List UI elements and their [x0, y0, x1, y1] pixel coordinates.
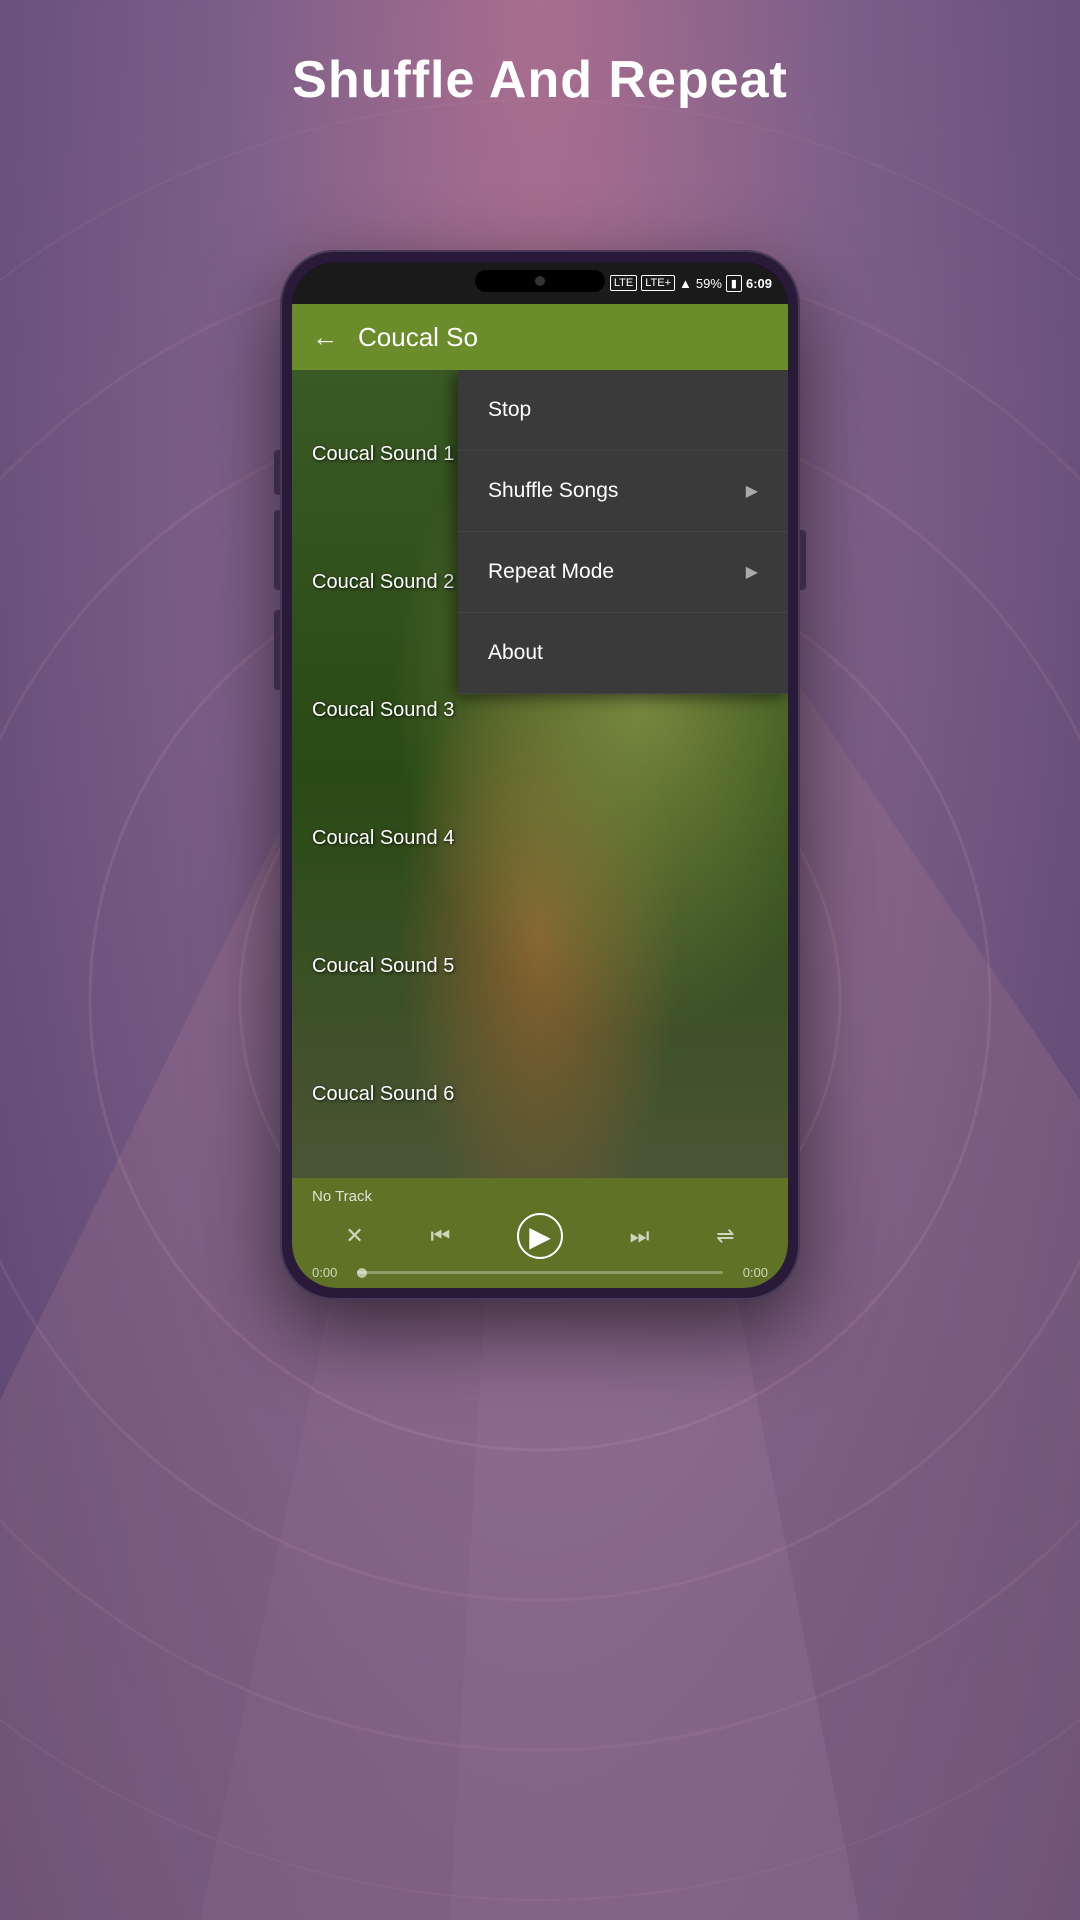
- time-total: 0:00: [733, 1265, 768, 1280]
- app-title: Coucal So: [358, 322, 478, 353]
- phone-frame: LTE LTE+ ▲ 59% ▮ 6:09 ← Coucal So: [280, 250, 800, 1300]
- menu-item-stop-label: Stop: [488, 398, 531, 422]
- list-item[interactable]: Coucal Sound 3: [292, 689, 590, 732]
- menu-item-about-label: About: [488, 641, 543, 665]
- progress-indicator: [357, 1268, 367, 1278]
- progress-bar[interactable]: [357, 1271, 723, 1274]
- list-item[interactable]: Coucal Sound 4: [292, 817, 590, 860]
- camera-button: [274, 610, 280, 690]
- menu-item-repeat[interactable]: Repeat Mode ▶: [458, 532, 788, 613]
- content-area: Coucal Sound 1 Coucal Sound 2 Coucal Sou…: [292, 370, 788, 1178]
- menu-item-about[interactable]: About: [458, 613, 788, 694]
- menu-item-stop[interactable]: Stop: [458, 370, 788, 451]
- signal-icon: ▲: [679, 276, 692, 291]
- volume-down-button: [274, 510, 280, 590]
- menu-item-shuffle[interactable]: Shuffle Songs ▶: [458, 451, 788, 532]
- media-player: No Track ✕ ⏮ ▶ ⏭ ⇌ 0:00 0:00: [292, 1178, 788, 1288]
- status-icons: LTE LTE+ ▲ 59% ▮ 6:09: [610, 275, 772, 292]
- volume-up-button: [274, 450, 280, 495]
- menu-item-repeat-label: Repeat Mode: [488, 560, 614, 584]
- menu-item-shuffle-label: Shuffle Songs: [488, 479, 618, 503]
- battery-percent: 59%: [696, 276, 722, 291]
- front-camera: [535, 276, 545, 286]
- lte-icon: LTE: [610, 275, 637, 291]
- battery-icon: ▮: [726, 275, 742, 292]
- chevron-right-icon: ▶: [746, 481, 758, 501]
- chevron-right-icon: ▶: [746, 562, 758, 582]
- previous-button[interactable]: ⏮: [430, 1223, 450, 1249]
- page-title: Shuffle And Repeat: [0, 50, 1080, 110]
- track-name: No Track: [292, 1178, 788, 1209]
- back-button[interactable]: ←: [312, 322, 338, 353]
- repeat-button[interactable]: ⇌: [716, 1223, 734, 1249]
- list-item[interactable]: Coucal Sound 6: [292, 1073, 590, 1116]
- phone-screen: LTE LTE+ ▲ 59% ▮ 6:09 ← Coucal So: [292, 262, 788, 1288]
- status-bar: LTE LTE+ ▲ 59% ▮ 6:09: [292, 262, 788, 304]
- shuffle-button[interactable]: ✕: [345, 1223, 363, 1249]
- player-controls: ✕ ⏮ ▶ ⏭ ⇌: [292, 1209, 788, 1263]
- power-button: [800, 530, 806, 590]
- list-item[interactable]: Coucal Sound 5: [292, 945, 590, 988]
- progress-row: 0:00 0:00: [292, 1263, 788, 1282]
- phone-device: LTE LTE+ ▲ 59% ▮ 6:09 ← Coucal So: [280, 250, 800, 1300]
- lte-plus-icon: LTE+: [641, 275, 675, 291]
- next-button[interactable]: ⏭: [630, 1223, 650, 1249]
- camera-notch: [475, 270, 605, 292]
- play-button[interactable]: ▶: [517, 1213, 563, 1259]
- time-current: 0:00: [312, 1265, 347, 1280]
- app-toolbar: ← Coucal So: [292, 304, 788, 370]
- clock: 6:09: [746, 276, 772, 291]
- context-menu: Stop Shuffle Songs ▶ Repeat Mode ▶ About: [458, 370, 788, 694]
